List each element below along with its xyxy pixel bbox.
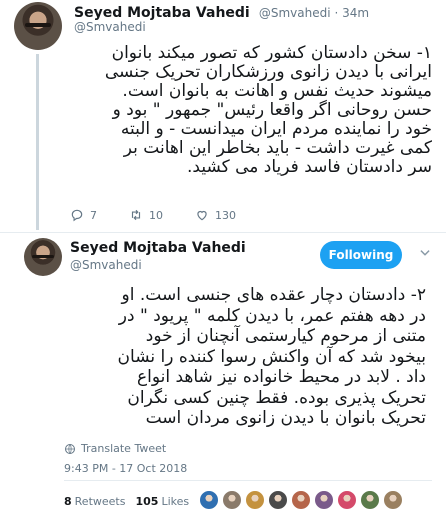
reply-count: 7: [90, 208, 97, 222]
reply-button[interactable]: 7: [70, 208, 97, 222]
translate-tweet-link[interactable]: Translate Tweet: [64, 442, 166, 455]
liker-avatar[interactable]: [383, 490, 404, 510]
thread-connector-line: [36, 54, 39, 230]
like-count: 130: [215, 208, 236, 222]
liker-avatar[interactable]: [199, 490, 220, 510]
author-handle[interactable]: @Smvahedi: [259, 6, 331, 20]
liker-avatar[interactable]: [268, 490, 289, 510]
tweet-thread-parent[interactable]: Seyed Mojtaba Vahedi @Smvahedi · 34m @Smv…: [0, 0, 446, 232]
tweet-text: ۲- دادستان دچار عقده های جنسی است. او در…: [117, 285, 426, 428]
meta-divider: [64, 480, 432, 481]
retweet-icon: [131, 209, 141, 221]
tweet-header: Seyed Mojtaba Vahedi @Smvahedi · 34m: [74, 2, 369, 21]
tweet-text: ۱- سخن دادستان کشور که تصور میکند بانوان…: [104, 43, 432, 177]
author-handle[interactable]: @Smvahedi: [70, 258, 142, 272]
liker-avatar[interactable]: [337, 490, 358, 510]
liker-avatar[interactable]: [360, 490, 381, 510]
following-button[interactable]: Following: [320, 241, 402, 269]
retweets-count: 8: [64, 495, 72, 508]
likes-label: Likes: [161, 495, 190, 508]
translate-globe-icon: [65, 443, 75, 454]
retweet-count: 10: [149, 208, 163, 222]
like-button[interactable]: 130: [195, 208, 236, 222]
chevron-down-icon[interactable]: [418, 246, 432, 260]
likes-count: 105: [135, 495, 159, 508]
author-avatar[interactable]: [14, 2, 62, 50]
author-handle-secondary: @Smvahedi: [74, 20, 146, 34]
liker-avatar[interactable]: [222, 490, 243, 510]
likes-stat[interactable]: 105 Likes: [135, 495, 189, 508]
reply-icon: [71, 209, 83, 222]
retweets-label: Retweets: [74, 495, 126, 508]
retweets-stat[interactable]: 8 Retweets: [64, 495, 125, 508]
like-icon: [197, 210, 207, 221]
tweet-timestamp[interactable]: 9:43 PM - 17 Oct 2018: [64, 462, 187, 475]
liker-avatar[interactable]: [245, 490, 266, 510]
retweet-button[interactable]: 10: [129, 208, 163, 222]
tweet-actions: 7 10 130: [70, 208, 268, 222]
author-name[interactable]: Seyed Mojtaba Vahedi: [74, 5, 250, 21]
liker-avatars[interactable]: [199, 490, 406, 513]
liker-avatar[interactable]: [314, 490, 335, 510]
tweet-divider: [0, 232, 446, 233]
author-name[interactable]: Seyed Mojtaba Vahedi: [70, 240, 246, 256]
translate-label: Translate Tweet: [81, 442, 167, 455]
liker-avatar[interactable]: [291, 490, 312, 510]
tweet-time[interactable]: · 34m: [335, 6, 370, 20]
author-avatar[interactable]: [24, 238, 62, 276]
engagement-stats: 8 Retweets 105 Likes: [64, 490, 406, 513]
